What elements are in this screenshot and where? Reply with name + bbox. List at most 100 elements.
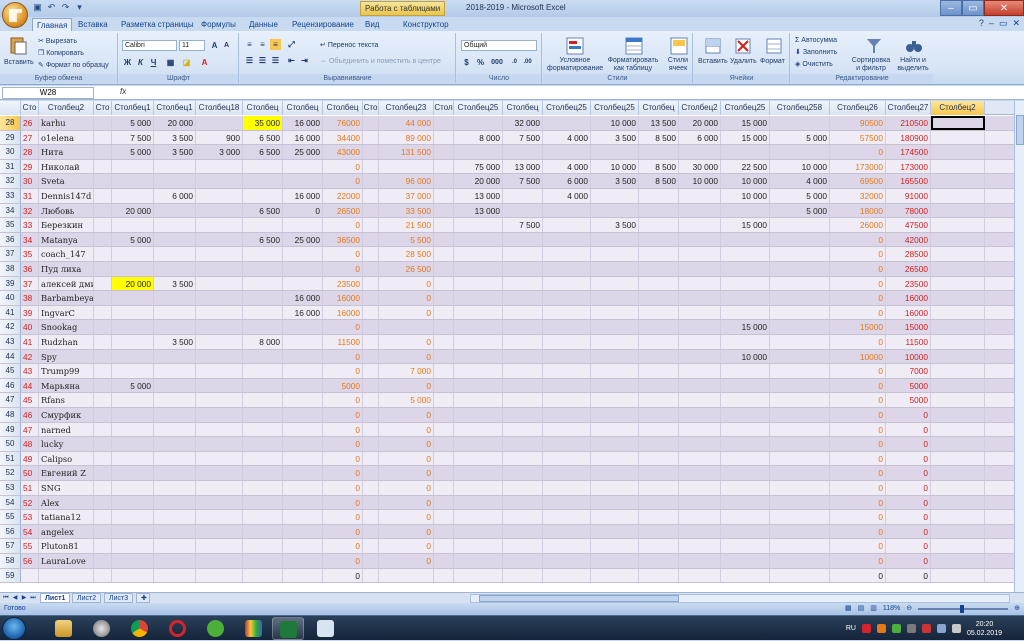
table-cell[interactable]	[503, 364, 543, 378]
table-cell[interactable]	[931, 466, 985, 480]
table-cell[interactable]	[363, 466, 379, 480]
table-cell[interactable]	[283, 320, 323, 334]
table-cell[interactable]	[721, 451, 770, 466]
table-cell[interactable]	[503, 232, 543, 247]
table-cell[interactable]	[283, 495, 323, 510]
insert-cells-icon[interactable]	[703, 36, 723, 56]
align-middle-icon[interactable]: ≡	[257, 39, 268, 50]
table-cell[interactable]	[454, 145, 503, 159]
table-cell[interactable]	[679, 189, 721, 203]
name-cell[interactable]: Rudzhan	[39, 335, 94, 349]
table-cell[interactable]	[721, 422, 770, 437]
cell-styles-button[interactable]: Стили ячеек	[663, 57, 693, 73]
table-cell[interactable]: 0	[886, 466, 931, 480]
table-cell[interactable]	[379, 568, 434, 583]
table-cell[interactable]	[243, 539, 283, 553]
table-cell[interactable]	[770, 437, 830, 451]
table-cell[interactable]: 7000	[886, 364, 931, 378]
table-cell[interactable]	[112, 349, 154, 364]
table-cell[interactable]: 0	[323, 393, 363, 407]
table-cell[interactable]: 5 000	[770, 203, 830, 218]
tray-app-icon[interactable]	[876, 624, 886, 633]
table-row[interactable]: 59 0 0 0	[0, 568, 1014, 584]
table-cell[interactable]	[283, 159, 323, 174]
table-cell[interactable]	[283, 218, 323, 232]
table-cell[interactable]	[591, 554, 639, 568]
table-cell[interactable]	[543, 451, 591, 466]
table-cell[interactable]	[639, 524, 679, 539]
table-cell[interactable]: 20 000	[454, 174, 503, 188]
table-cell[interactable]	[94, 218, 112, 232]
table-cell[interactable]: 3 500	[154, 276, 196, 291]
zoom-out-icon[interactable]: ⊖	[906, 603, 912, 615]
table-cell[interactable]	[591, 291, 639, 305]
table-cell[interactable]	[503, 189, 543, 203]
table-cell[interactable]: 0	[323, 174, 363, 188]
table-cell[interactable]: 5000	[886, 378, 931, 393]
column-header[interactable]: Столбец25	[721, 101, 770, 115]
table-cell[interactable]: 0	[323, 524, 363, 539]
table-cell[interactable]: 0	[830, 276, 886, 291]
align-center-icon[interactable]: ☰	[257, 55, 268, 66]
table-cell[interactable]: 46	[21, 408, 39, 422]
table-cell[interactable]: 0	[379, 276, 434, 291]
format-as-table-button[interactable]: Форматировать как таблицу	[605, 57, 661, 73]
table-cell[interactable]	[112, 320, 154, 334]
table-cell[interactable]	[591, 422, 639, 437]
table-cell[interactable]	[434, 262, 454, 276]
table-cell[interactable]: 6 500	[243, 130, 283, 145]
table-cell[interactable]	[196, 510, 243, 524]
table-cell[interactable]	[454, 349, 503, 364]
volume-icon[interactable]	[951, 624, 961, 633]
table-cell[interactable]	[94, 116, 112, 130]
table-cell[interactable]	[543, 408, 591, 422]
table-cell[interactable]: 0	[886, 568, 931, 583]
customize-icon[interactable]: ▾	[74, 2, 85, 13]
row-header[interactable]: 48	[0, 408, 21, 422]
tab-review[interactable]: Рецензирование	[288, 18, 358, 31]
minimize-button[interactable]: –	[940, 0, 962, 16]
table-cell[interactable]	[454, 335, 503, 349]
tray-usb-icon[interactable]	[906, 624, 916, 633]
table-cell[interactable]	[154, 466, 196, 480]
table-cell[interactable]	[283, 554, 323, 568]
table-cell[interactable]	[94, 349, 112, 364]
table-cell[interactable]	[112, 437, 154, 451]
row-header[interactable]: 42	[0, 320, 21, 334]
table-cell[interactable]	[363, 276, 379, 291]
table-cell[interactable]	[931, 189, 985, 203]
table-cell[interactable]: 5 000	[112, 378, 154, 393]
table-cell[interactable]	[154, 247, 196, 261]
tab-view[interactable]: Вид	[361, 18, 383, 31]
table-cell[interactable]	[503, 408, 543, 422]
table-cell[interactable]	[639, 291, 679, 305]
table-cell[interactable]	[454, 247, 503, 261]
table-cell[interactable]	[243, 451, 283, 466]
table-cell[interactable]: 16000	[323, 291, 363, 305]
paste-button[interactable]: Вставить	[4, 58, 34, 67]
format-as-table-icon[interactable]	[624, 36, 644, 56]
column-header[interactable]: Столбец	[243, 101, 283, 115]
normal-view-icon[interactable]: ▦	[845, 603, 852, 615]
table-cell[interactable]	[434, 218, 454, 232]
name-cell[interactable]: Trump99	[39, 364, 94, 378]
table-cell[interactable]	[931, 232, 985, 247]
table-cell[interactable]	[543, 145, 591, 159]
row-header[interactable]: 34	[0, 203, 21, 218]
table-cell[interactable]	[931, 408, 985, 422]
table-cell[interactable]: 165500	[886, 174, 931, 188]
table-cell[interactable]: 0	[379, 408, 434, 422]
table-cell[interactable]	[196, 364, 243, 378]
table-cell[interactable]	[196, 481, 243, 495]
table-cell[interactable]: 8 000	[243, 335, 283, 349]
table-cell[interactable]: 6 000	[154, 189, 196, 203]
table-cell[interactable]: 7 500	[503, 174, 543, 188]
table-cell[interactable]	[363, 305, 379, 320]
table-cell[interactable]: 0	[886, 495, 931, 510]
table-cell[interactable]	[454, 305, 503, 320]
table-cell[interactable]: 36	[21, 262, 39, 276]
table-cell[interactable]	[94, 159, 112, 174]
table-cell[interactable]	[196, 539, 243, 553]
table-cell[interactable]	[363, 437, 379, 451]
table-cell[interactable]	[283, 364, 323, 378]
